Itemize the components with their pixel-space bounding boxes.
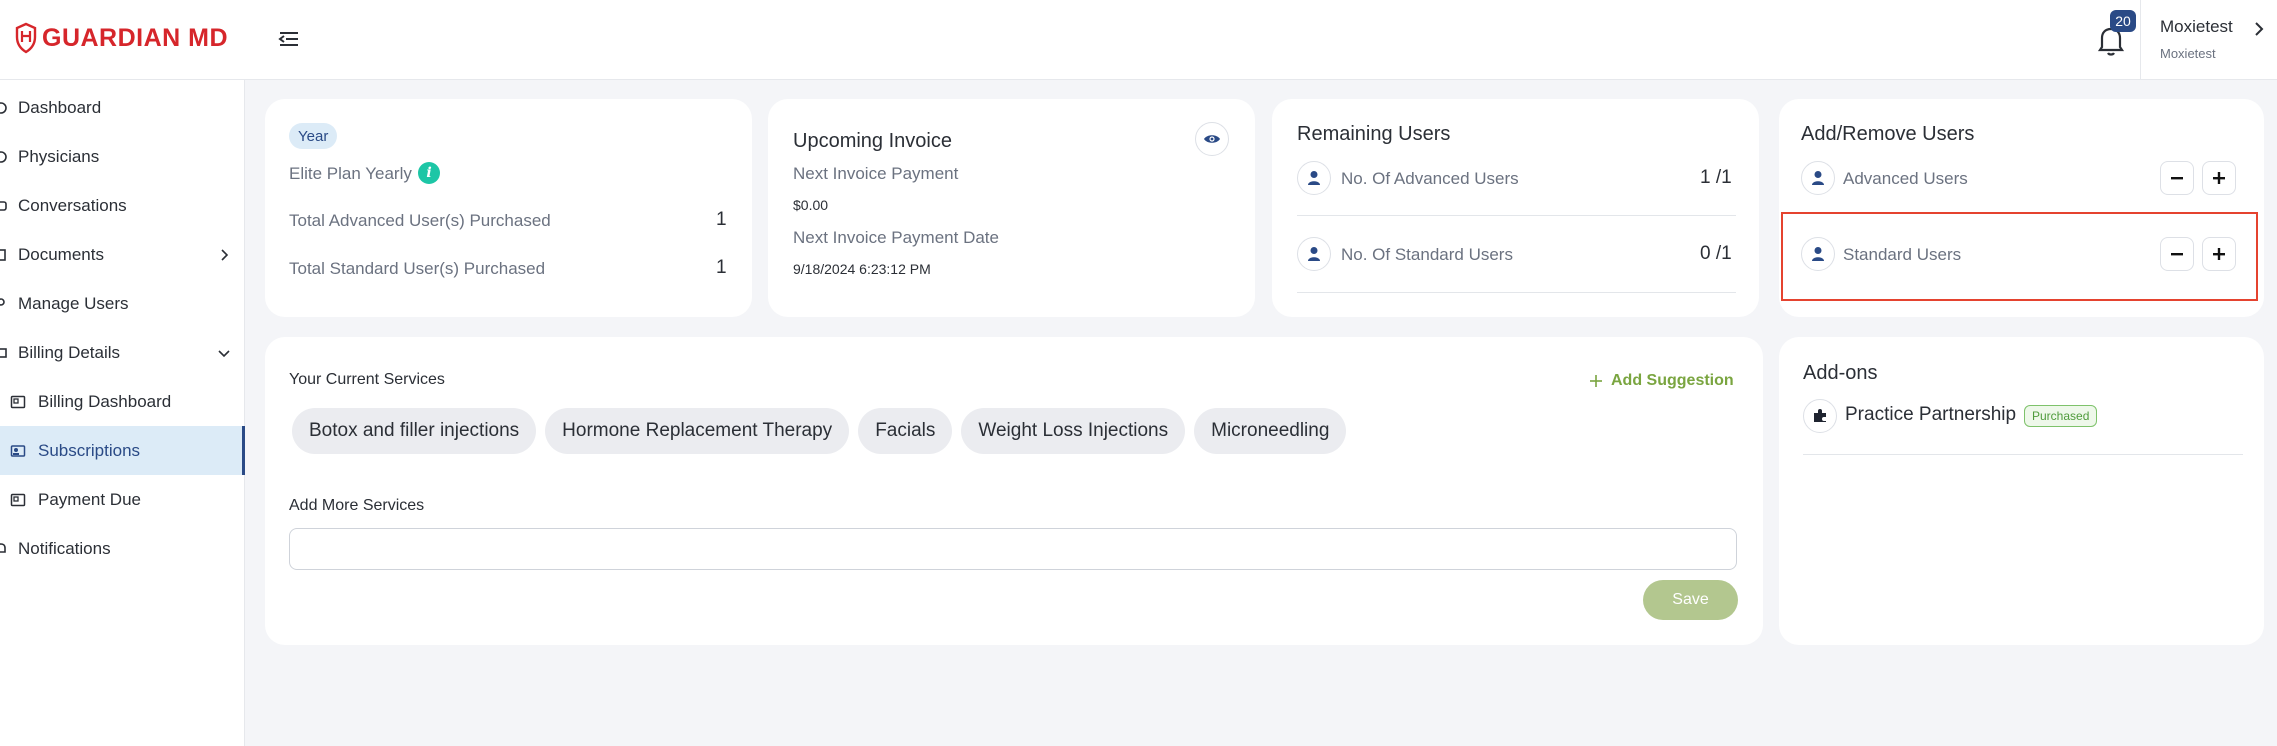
standard-remaining-value: 0 /1 — [1700, 243, 1732, 264]
services-card: Your Current Services Add Suggestion Bot… — [265, 337, 1763, 645]
advanced-remaining-label: No. Of Advanced Users — [1341, 169, 1519, 188]
add-remove-title: Add/Remove Users — [1801, 123, 1975, 145]
service-chip[interactable]: Facials — [858, 408, 953, 454]
sidebar-item-label: Payment Due — [38, 489, 141, 509]
dashboard-icon — [0, 101, 7, 114]
divider — [2140, 0, 2141, 80]
notification-badge: 20 — [2110, 10, 2136, 32]
user-avatar-icon — [1801, 161, 1835, 195]
sidebar-item-label: Subscriptions — [38, 440, 141, 460]
sidebar-item-payment-due[interactable]: Payment Due — [0, 475, 245, 524]
plus-icon — [1590, 375, 1602, 387]
sidebar-item-manage-users[interactable]: Manage Users — [0, 279, 245, 328]
menu-collapse-icon[interactable] — [276, 27, 302, 51]
save-button[interactable]: Save — [1643, 580, 1738, 620]
sidebar-item-subscriptions[interactable]: Subscriptions — [0, 426, 245, 475]
sidebar-item-label: Billing Dashboard — [38, 391, 172, 411]
sidebar-item-conversations[interactable]: Conversations — [0, 181, 245, 230]
invoice-title: Upcoming Invoice — [793, 130, 952, 152]
sidebar-item-physicians[interactable]: Physicians — [0, 132, 245, 181]
service-chip[interactable]: Botox and filler injections — [292, 408, 537, 454]
advanced-users-label: Advanced Users — [1843, 169, 1968, 188]
document-icon — [0, 248, 6, 261]
sidebar-item-label: Documents — [18, 244, 104, 264]
purchased-badge: Purchased — [2024, 405, 2098, 427]
chat-icon — [0, 200, 7, 211]
addons-title: Add-ons — [1803, 362, 1878, 384]
view-invoice-button[interactable] — [1195, 122, 1229, 156]
users-icon — [0, 297, 5, 306]
wallet-icon — [10, 395, 26, 408]
physician-icon — [0, 150, 7, 163]
remaining-users-title: Remaining Users — [1297, 123, 1451, 145]
highlight-box — [1781, 212, 2258, 301]
period-badge: Year — [289, 123, 338, 149]
services-title: Your Current Services — [289, 371, 445, 388]
sidebar-item-billing-details[interactable]: Billing Details — [0, 328, 245, 377]
sidebar-item-notifications[interactable]: Notifications — [0, 524, 245, 573]
subscription-icon — [10, 444, 26, 457]
add-suggestion-button[interactable]: Add Suggestion — [1589, 372, 1734, 390]
plan-name: Elite Plan Yearly — [289, 164, 412, 183]
bell-icon — [0, 542, 6, 553]
top-bar: GUARDIAN MD 20 Moxietest Moxietest — [0, 0, 2277, 80]
sidebar-item-label: Manage Users — [18, 293, 129, 313]
logo[interactable]: GUARDIAN MD — [14, 18, 228, 58]
wallet-icon — [10, 493, 26, 506]
advanced-purchased-value: 1 — [716, 209, 727, 230]
sidebar-item-documents[interactable]: Documents — [0, 230, 245, 279]
invoice-card: Upcoming Invoice Next Invoice Payment $0… — [768, 99, 1255, 317]
puzzle-icon — [1803, 399, 1837, 433]
billing-icon — [0, 347, 7, 358]
standard-purchased-value: 1 — [716, 257, 727, 278]
service-chip[interactable]: Weight Loss Injections — [961, 408, 1186, 454]
chevron-right-icon — [221, 248, 229, 261]
addons-card: Add-ons Practice Partnership Purchased — [1779, 337, 2264, 645]
standard-remaining-label: No. Of Standard Users — [1341, 245, 1513, 264]
user-avatar-icon — [1297, 161, 1331, 195]
sidebar-item-label: Notifications — [18, 538, 111, 558]
divider — [1297, 215, 1736, 216]
advanced-decrement-button[interactable] — [2160, 161, 2194, 195]
advanced-increment-button[interactable] — [2202, 161, 2236, 195]
advanced-purchased-label: Total Advanced User(s) Purchased — [289, 211, 551, 230]
next-date-label: Next Invoice Payment Date — [793, 228, 999, 247]
add-more-label: Add More Services — [289, 497, 425, 514]
sidebar-item-label: Conversations — [18, 195, 127, 215]
service-chip[interactable]: Hormone Replacement Therapy — [545, 408, 850, 454]
service-chip[interactable]: Microneedling — [1194, 408, 1347, 454]
add-services-input[interactable] — [289, 528, 1737, 570]
user-avatar-icon — [1297, 237, 1331, 271]
divider — [1297, 292, 1736, 293]
sidebar-item-label: Dashboard — [18, 97, 102, 117]
sidebar-item-billing-dashboard[interactable]: Billing Dashboard — [0, 377, 245, 426]
logo-text: GUARDIAN MD — [42, 23, 229, 52]
sidebar: Dashboard Physicians Conversations Docum… — [0, 80, 245, 746]
sidebar-item-dashboard[interactable]: Dashboard — [0, 83, 245, 132]
next-payment-value: $0.00 — [793, 197, 829, 213]
chevron-right-icon[interactable] — [2252, 20, 2266, 38]
service-chip-list: Botox and filler injections Hormone Repl… — [292, 408, 1347, 454]
divider — [1803, 454, 2243, 455]
info-icon[interactable]: i — [418, 162, 440, 184]
addon-name: Practice Partnership — [1845, 404, 2017, 425]
chevron-down-icon — [218, 349, 230, 357]
sidebar-item-label: Billing Details — [18, 342, 121, 362]
plus-icon — [2213, 172, 2225, 184]
eye-icon — [1204, 135, 1220, 143]
next-date-value: 9/18/2024 6:23:12 PM — [793, 261, 931, 277]
user-name[interactable]: Moxietest — [2160, 17, 2233, 37]
user-subtitle: Moxietest — [2160, 46, 2216, 61]
shield-logo-icon — [15, 22, 37, 54]
sidebar-item-label: Physicians — [18, 146, 100, 166]
advanced-remaining-value: 1 /1 — [1700, 167, 1732, 188]
remaining-users-card: Remaining Users No. Of Advanced Users 1 … — [1272, 99, 1759, 317]
add-suggestion-label: Add Suggestion — [1611, 372, 1734, 389]
plan-card: Year Elite Plan Yearly i Total Advanced … — [265, 99, 752, 317]
standard-purchased-label: Total Standard User(s) Purchased — [289, 259, 546, 278]
minus-icon — [2171, 177, 2183, 180]
next-payment-label: Next Invoice Payment — [793, 164, 959, 183]
